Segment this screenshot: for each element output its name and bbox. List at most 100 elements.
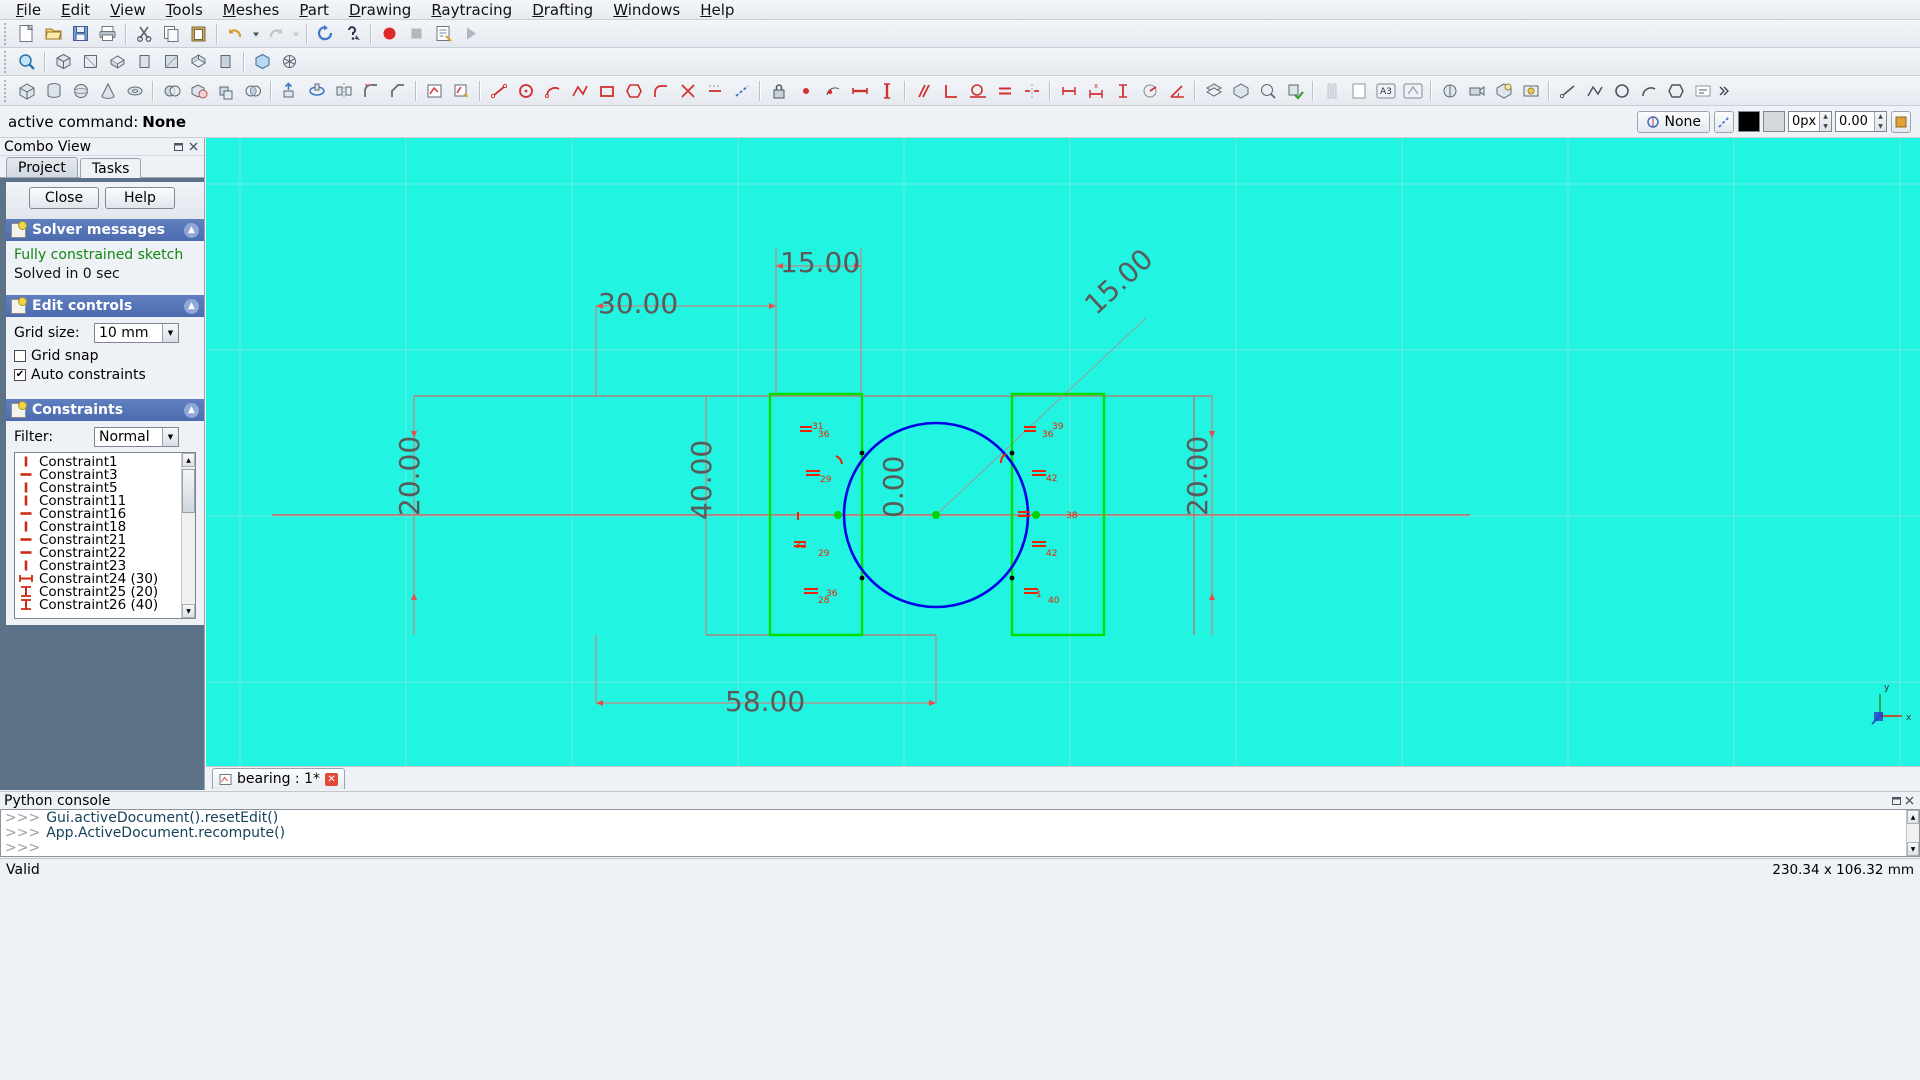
chevron-down-icon[interactable]: ▼ — [162, 324, 178, 342]
copy-icon[interactable] — [159, 22, 184, 46]
menu-item-raytracing[interactable]: Raytracing — [421, 0, 522, 20]
float-icon[interactable] — [1890, 794, 1903, 807]
scroll-up-icon[interactable]: ▲ — [1907, 810, 1919, 824]
create-arc-icon[interactable] — [540, 79, 565, 103]
print-icon[interactable] — [95, 22, 120, 46]
sketch-canvas[interactable]: 15.00 30.00 15.00 20.00 20.00 40.00 0.00… — [206, 138, 1920, 766]
refine-shape-icon[interactable] — [1255, 79, 1280, 103]
constrain-distance-icon[interactable] — [1056, 79, 1081, 103]
new-sketch-icon[interactable] — [422, 79, 447, 103]
line-color-swatch[interactable] — [1738, 111, 1760, 132]
tab-tasks[interactable]: Tasks — [79, 158, 142, 178]
page-template-icon[interactable] — [1346, 79, 1371, 103]
raytracing-part-icon[interactable] — [1491, 79, 1516, 103]
edit-controls-header[interactable]: Edit controls ▲ — [6, 295, 204, 317]
scroll-down-icon[interactable]: ▼ — [1907, 842, 1919, 856]
top-view-icon[interactable] — [105, 50, 130, 74]
paste-icon[interactable] — [186, 22, 211, 46]
draft-arc-icon[interactable] — [1636, 79, 1661, 103]
font-size-spinner[interactable]: 0.00 ▲ ▼ — [1835, 111, 1887, 132]
constrain-parallel-icon[interactable] — [911, 79, 936, 103]
undo-icon[interactable] — [223, 22, 248, 46]
cut-solid-icon[interactable] — [186, 79, 211, 103]
menu-item-part[interactable]: Part — [289, 0, 339, 20]
menu-item-meshes[interactable]: Meshes — [213, 0, 290, 20]
macro-execute-icon[interactable] — [458, 22, 483, 46]
mesh-from-shape-icon[interactable] — [1201, 79, 1226, 103]
constrain-perpendicular-icon[interactable] — [938, 79, 963, 103]
menu-item-file[interactable]: File — [6, 0, 51, 20]
constrain-coincident-icon[interactable] — [793, 79, 818, 103]
undo-dropdown-icon[interactable] — [250, 22, 261, 46]
insert-view-icon[interactable] — [1400, 79, 1425, 103]
edit-sketch-icon[interactable] — [449, 79, 474, 103]
sphere-icon[interactable] — [68, 79, 93, 103]
boolean-icon[interactable] — [159, 79, 184, 103]
chevron-up-icon[interactable]: ▲ — [184, 298, 199, 314]
create-line-icon[interactable] — [486, 79, 511, 103]
scrollbar-track[interactable] — [1907, 824, 1919, 842]
constraint-list[interactable]: Constraint1 Constraint3 Constraint5 Constra… — [14, 452, 196, 619]
constrain-lock-icon[interactable] — [766, 79, 791, 103]
spinner-arrows[interactable]: ▲ ▼ — [1874, 112, 1886, 131]
constrain-point-on-object-icon[interactable] — [820, 79, 845, 103]
menu-item-view[interactable]: View — [100, 0, 156, 20]
chamfer-icon[interactable] — [385, 79, 410, 103]
redo-dropdown-icon[interactable] — [290, 22, 301, 46]
document-tab[interactable]: bearing : 1* ✕ — [212, 768, 346, 789]
macro-stop-icon[interactable] — [404, 22, 429, 46]
help-button[interactable]: Help — [105, 187, 175, 209]
raytracing-camera-icon[interactable] — [1464, 79, 1489, 103]
constraints-header[interactable]: Constraints ▲ — [6, 399, 204, 421]
left-view-icon[interactable] — [213, 50, 238, 74]
fillet-icon[interactable] — [358, 79, 383, 103]
close-button[interactable]: Close — [29, 187, 99, 209]
union-icon[interactable] — [213, 79, 238, 103]
draft-toggle-construction-icon[interactable] — [1714, 110, 1734, 133]
draft-wire-icon[interactable] — [1582, 79, 1607, 103]
chevron-up-icon[interactable]: ▲ — [184, 402, 199, 418]
menu-item-drawing[interactable]: Drawing — [339, 0, 421, 20]
constraint-list-item[interactable]: Constraint26 (40) — [19, 597, 195, 613]
grid-snap-checkbox[interactable] — [14, 350, 26, 362]
create-polyline-icon[interactable] — [567, 79, 592, 103]
chevron-down-icon[interactable]: ▼ — [162, 428, 178, 446]
chevron-up-icon[interactable]: ▲ — [184, 222, 199, 238]
refresh-icon[interactable] — [313, 22, 338, 46]
box-icon[interactable] — [14, 79, 39, 103]
draft-line-icon[interactable] — [1555, 79, 1580, 103]
whats-this-icon[interactable] — [340, 22, 365, 46]
constrain-tangent-icon[interactable] — [965, 79, 990, 103]
freeze-view-icon[interactable] — [277, 50, 302, 74]
axonometric-view-icon[interactable] — [51, 50, 76, 74]
rear-view-icon[interactable] — [159, 50, 184, 74]
revolve-icon[interactable] — [304, 79, 329, 103]
front-view-icon[interactable] — [78, 50, 103, 74]
python-console-scrollbar[interactable]: ▲ ▼ — [1906, 810, 1919, 856]
cut-icon[interactable] — [132, 22, 157, 46]
constrain-distance-x-icon[interactable]: x — [1083, 79, 1108, 103]
scrollbar-thumb[interactable] — [182, 469, 195, 513]
create-fillet-icon[interactable] — [648, 79, 673, 103]
macro-record-icon[interactable] — [377, 22, 402, 46]
cylinder-icon[interactable] — [41, 79, 66, 103]
draft-apply-style-icon[interactable] — [1891, 110, 1911, 133]
solver-messages-header[interactable]: Solver messages ▲ — [6, 219, 204, 241]
trim-icon[interactable] — [675, 79, 700, 103]
toolbar-overflow-icon[interactable] — [1717, 79, 1731, 103]
menu-item-tools[interactable]: Tools — [156, 0, 213, 20]
grid-snap-row[interactable]: Grid snap — [14, 348, 196, 364]
constraint-list-scrollbar[interactable]: ▲ ▼ — [181, 453, 195, 618]
constrain-angle-icon[interactable] — [1164, 79, 1189, 103]
toolbar-grip[interactable] — [4, 22, 11, 45]
shape-from-mesh-icon[interactable] — [1228, 79, 1253, 103]
fit-all-icon[interactable] — [14, 50, 39, 74]
close-icon[interactable] — [187, 140, 200, 153]
scroll-up-icon[interactable]: ▲ — [182, 453, 195, 467]
menu-item-drafting[interactable]: Drafting — [522, 0, 603, 20]
float-icon[interactable] — [172, 140, 185, 153]
menu-item-edit[interactable]: Edit — [51, 0, 100, 20]
close-icon[interactable] — [1903, 794, 1916, 807]
constraint-filter-combobox[interactable]: Normal ▼ — [94, 427, 179, 447]
scroll-down-icon[interactable]: ▼ — [182, 604, 195, 618]
